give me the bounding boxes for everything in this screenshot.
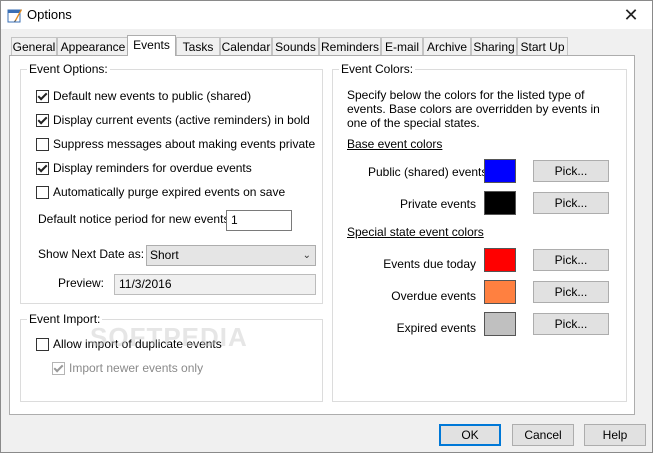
public-events-label: Public (shared) events (368, 165, 488, 179)
window-title: Options (27, 7, 72, 22)
tab-sharing[interactable]: Sharing (471, 37, 517, 55)
event-colors-legend: Event Colors: (341, 62, 414, 76)
overdue-events-label: Overdue events (391, 289, 476, 303)
checkbox-box[interactable] (36, 137, 49, 151)
private-events-label: Private events (399, 197, 476, 211)
checkbox-suppress-private[interactable]: Suppress messages about making events pr… (36, 136, 315, 152)
expired-events-label: Expired events (396, 321, 476, 335)
expired-color-swatch (484, 312, 516, 336)
checkbox-box[interactable] (36, 185, 49, 199)
checkbox-default-public[interactable]: Default new events to public (shared) (36, 88, 251, 104)
tab-sounds[interactable]: Sounds (272, 37, 319, 55)
public-events-color-swatch (484, 159, 516, 183)
tab-calendar[interactable]: Calendar (220, 37, 272, 55)
event-options-legend: Event Options: (29, 62, 108, 76)
overdue-color-swatch (484, 280, 516, 304)
checkbox-display-bold[interactable]: Display current events (active reminders… (36, 112, 310, 128)
overdue-pick-button[interactable]: Pick... (533, 281, 609, 303)
app-icon (7, 9, 22, 23)
tab-email[interactable]: E-mail (381, 37, 423, 55)
options-dialog: Options ✕ General Appearance Events Task… (0, 0, 653, 453)
checkbox-import-newer[interactable]: Import newer events only (52, 360, 203, 376)
checkbox-label: Default new events to public (shared) (53, 89, 252, 103)
tab-general[interactable]: General (11, 37, 57, 55)
tab-archive[interactable]: Archive (423, 37, 471, 55)
due-today-pick-button[interactable]: Pick... (533, 249, 609, 271)
cancel-button[interactable]: Cancel (512, 424, 574, 446)
public-events-pick-button[interactable]: Pick... (533, 160, 609, 182)
checkbox-label: Automatically purge expired events on sa… (53, 185, 286, 199)
chevron-down-icon: ⌄ (302, 250, 311, 261)
due-today-label: Events due today (383, 257, 476, 271)
watermark: SOFTPEDIA (90, 322, 248, 352)
checkbox-box[interactable] (36, 161, 49, 175)
checkbox-box[interactable] (36, 89, 49, 103)
checkbox-box[interactable] (36, 337, 49, 351)
tab-events[interactable]: Events (127, 35, 176, 56)
tab-appearance[interactable]: Appearance (57, 37, 129, 55)
checkbox-label: Display current events (active reminders… (53, 113, 310, 127)
due-today-color-swatch (484, 248, 516, 272)
tab-start-up[interactable]: Start Up (517, 37, 568, 55)
preview-field: 11/3/2016 (114, 274, 316, 295)
tab-tasks[interactable]: Tasks (176, 37, 220, 55)
notice-period-label: Default notice period for new events: (38, 212, 233, 226)
help-button[interactable]: Help (584, 424, 646, 446)
event-colors-description: Specify below the colors for the listed … (347, 88, 600, 130)
next-date-format-value: Short (150, 248, 179, 262)
checkbox-overdue-reminders[interactable]: Display reminders for overdue events (36, 160, 252, 176)
next-date-format-select[interactable]: Short ⌄ (146, 245, 316, 266)
private-events-pick-button[interactable]: Pick... (533, 192, 609, 214)
checkbox-label: Import newer events only (69, 361, 204, 375)
show-next-date-label: Show Next Date as: (38, 247, 145, 261)
checkbox-label: Display reminders for overdue events (53, 161, 252, 175)
notice-period-input[interactable]: 1 (226, 210, 292, 231)
special-colors-heading: Special state event colors (347, 225, 484, 239)
ok-button[interactable]: OK (439, 424, 501, 446)
base-colors-heading: Base event colors (347, 137, 443, 151)
checkbox-label: Suppress messages about making events pr… (53, 137, 316, 151)
close-icon[interactable]: ✕ (620, 4, 642, 26)
checkbox-purge-expired[interactable]: Automatically purge expired events on sa… (36, 184, 285, 200)
tab-reminders[interactable]: Reminders (319, 37, 381, 55)
checkbox-box[interactable] (52, 361, 65, 375)
events-tab-panel: Event Options: Default new events to pub… (9, 55, 635, 415)
title-bar: Options ✕ (1, 1, 652, 29)
expired-pick-button[interactable]: Pick... (533, 313, 609, 335)
checkbox-box[interactable] (36, 113, 49, 127)
private-events-color-swatch (484, 191, 516, 215)
preview-label: Preview: (58, 276, 105, 290)
